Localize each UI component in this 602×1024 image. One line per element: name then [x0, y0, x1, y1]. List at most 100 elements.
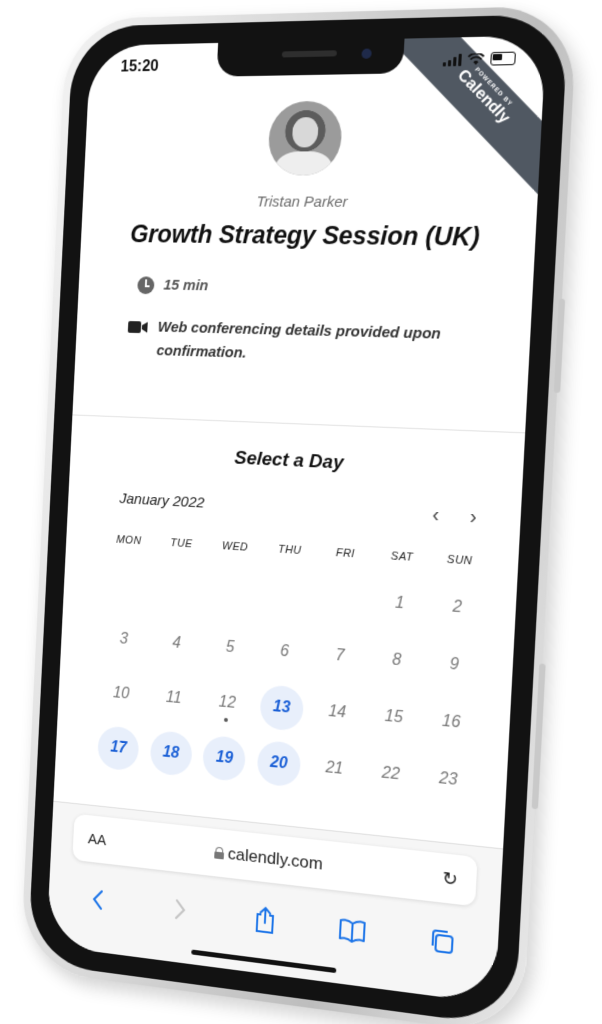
calendar-day: 1 [370, 577, 430, 632]
calendar-day: 16 [421, 695, 482, 751]
phone-bezel: 15:20 POWERED BY Calendly Tristan Parker… [27, 13, 569, 1024]
available-day-button[interactable]: 17 [91, 722, 145, 775]
available-day-button[interactable]: 19 [196, 731, 252, 785]
forward-button[interactable] [163, 890, 199, 929]
day-number: 22 [381, 764, 401, 784]
day-number: 19 [202, 734, 247, 783]
section-divider [72, 414, 526, 434]
text-size-button[interactable]: AA [88, 830, 107, 848]
weekday-header: THU [277, 543, 302, 558]
weekday-header: FRI [335, 547, 356, 561]
select-day-heading: Select a Day [233, 447, 345, 474]
calendar-blank-cell [99, 559, 154, 611]
day-number: 7 [335, 646, 345, 665]
video-camera-icon [127, 321, 148, 334]
share-icon [253, 905, 278, 936]
available-day-button[interactable]: 18 [143, 726, 198, 780]
calendar-header: January 2022 ‹ › [119, 487, 477, 529]
status-time: 15:20 [120, 58, 159, 76]
calendar-day: 22 [361, 746, 421, 802]
calendar-blank-cell [259, 570, 317, 624]
calendar-day: 5 [202, 621, 259, 675]
booking-content: Tristan Parker Growth Strategy Session (… [53, 83, 543, 849]
speaker-grille [281, 50, 337, 58]
event-conferencing: Web conferencing details provided upon c… [126, 315, 489, 373]
day-number: 1 [394, 594, 405, 613]
day-number: 11 [165, 689, 182, 708]
wifi-icon [467, 53, 484, 65]
weekday-header: SUN [446, 553, 473, 568]
calendar-day: 6 [256, 625, 314, 679]
day-number: 18 [149, 729, 193, 777]
available-day-button[interactable]: 20 [250, 736, 307, 791]
stage: 15:20 POWERED BY Calendly Tristan Parker… [0, 0, 602, 1024]
day-number: 17 [97, 725, 140, 772]
organizer-avatar [267, 100, 344, 176]
calendar-blank-cell [205, 566, 262, 619]
signal-icon [442, 53, 462, 66]
day-number: 12 [218, 693, 237, 712]
day-number: 9 [449, 655, 460, 674]
previous-month-button[interactable]: ‹ [432, 504, 440, 528]
day-number: 14 [327, 702, 347, 722]
calendar-day: 4 [149, 617, 205, 670]
url-text: calendly.com [227, 844, 324, 874]
calendar-day: 9 [424, 637, 485, 693]
back-button[interactable] [81, 880, 116, 919]
weekday-header: MON [115, 533, 142, 548]
share-button[interactable] [247, 900, 284, 940]
calendar-day: 23 [418, 752, 479, 809]
phone-screen: 15:20 POWERED BY Calendly Tristan Parker… [46, 35, 547, 1004]
clock-icon [137, 276, 155, 295]
day-number: 3 [119, 630, 129, 648]
calendar-day: 11 [146, 672, 201, 726]
available-day-button[interactable]: 13 [253, 681, 311, 736]
avatar-face [291, 117, 319, 148]
chevron-left-icon [91, 887, 105, 912]
event-title: Growth Strategy Session (UK) [129, 220, 481, 252]
reload-button[interactable]: ↻ [442, 867, 459, 890]
day-number: 13 [259, 684, 305, 732]
calendar-day: 12 [199, 676, 255, 730]
day-number: 20 [256, 739, 302, 788]
day-number: 2 [452, 598, 463, 617]
day-number: 5 [225, 638, 235, 657]
calendar-blank-cell [314, 573, 373, 627]
next-month-button[interactable]: › [469, 506, 477, 530]
tabs-button[interactable] [422, 921, 461, 962]
calendar-day: 10 [94, 668, 148, 721]
front-camera [361, 48, 372, 59]
calendar-day: 7 [311, 629, 370, 684]
calendar-grid: MON TUE WED THU FRI SAT SUN 1 2 3 4 5 6 7 8 9 10 11 12 13 14… [91, 524, 489, 808]
calendar-day: 15 [364, 690, 424, 746]
status-icons [442, 51, 516, 67]
day-number: 16 [441, 712, 461, 732]
calendar-day: 2 [427, 580, 488, 635]
event-duration: 15 min [137, 276, 491, 300]
month-label: January 2022 [119, 490, 205, 512]
duration-text: 15 min [163, 276, 209, 295]
calendar-day: 3 [97, 613, 152, 666]
day-number: 15 [384, 707, 404, 727]
weekday-header: SAT [390, 550, 414, 564]
day-number: 8 [391, 651, 402, 670]
book-icon [338, 917, 367, 945]
month-navigation: ‹ › [432, 504, 478, 530]
chevron-right-icon [173, 897, 187, 922]
day-number: 23 [438, 769, 458, 789]
home-indicator [191, 949, 337, 974]
phone-device: 15:20 POWERED BY Calendly Tristan Parker… [19, 5, 578, 1024]
weekday-header: TUE [170, 537, 193, 551]
calendar-day: 14 [308, 685, 367, 740]
day-number: 4 [171, 634, 182, 652]
calendar-blank-cell [152, 563, 208, 616]
day-number: 6 [279, 642, 290, 661]
calendar-day: 21 [305, 741, 364, 797]
organizer-name: Tristan Parker [256, 193, 348, 211]
url-display[interactable]: calendly.com [214, 843, 323, 875]
lock-icon [214, 847, 224, 860]
bookmarks-button[interactable] [333, 910, 371, 951]
day-number: 21 [325, 759, 344, 778]
calendar-day: 8 [367, 633, 427, 688]
day-number: 10 [112, 684, 130, 703]
